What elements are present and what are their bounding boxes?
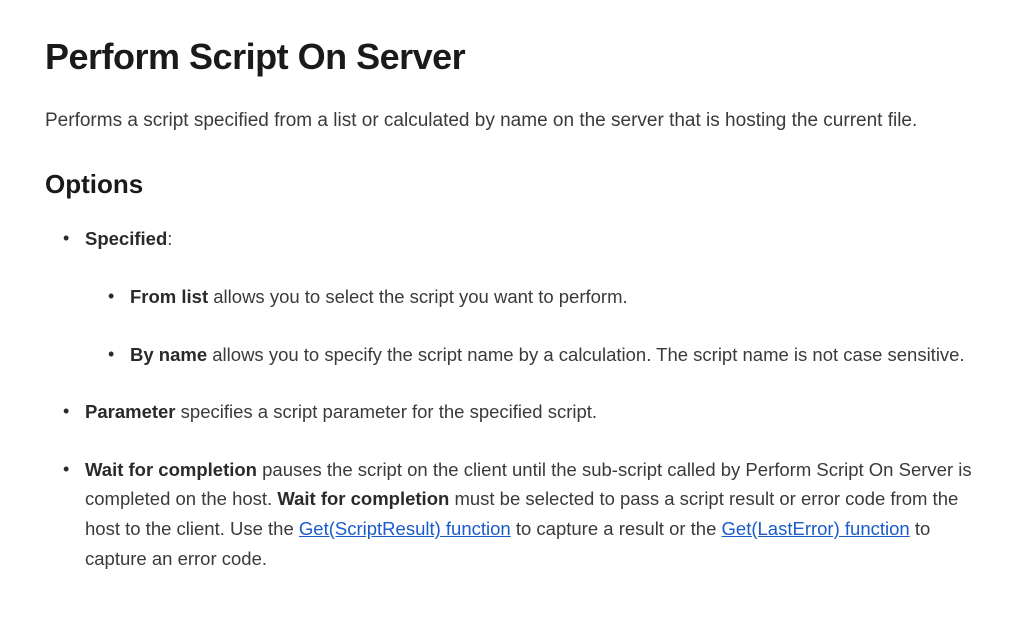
wait-label-2: Wait for completion [277,488,449,509]
parameter-text: specifies a script parameter for the spe… [176,401,598,422]
option-wait: Wait for completion pauses the script on… [85,455,979,573]
link-get-scriptresult[interactable]: Get(ScriptResult) function [299,518,511,539]
specified-colon: : [167,228,172,249]
page-title: Perform Script On Server [45,30,979,84]
intro-text: Performs a script specified from a list … [45,106,979,135]
wait-label: Wait for completion [85,459,257,480]
by-name-text: allows you to specify the script name by… [207,344,965,365]
from-list-text: allows you to select the script you want… [208,286,628,307]
option-from-list: From list allows you to select the scrip… [130,282,979,312]
option-specified: Specified: From list allows you to selec… [85,224,979,369]
option-by-name: By name allows you to specify the script… [130,340,979,370]
wait-text-3: to capture a result or the [511,518,722,539]
option-parameter: Parameter specifies a script parameter f… [85,397,979,427]
by-name-label: By name [130,344,207,365]
parameter-label: Parameter [85,401,176,422]
from-list-label: From list [130,286,208,307]
specified-label: Specified [85,228,167,249]
options-heading: Options [45,165,979,204]
options-list: Specified: From list allows you to selec… [45,224,979,573]
specified-sublist: From list allows you to select the scrip… [85,282,979,369]
link-get-lasterror[interactable]: Get(LastError) function [722,518,910,539]
